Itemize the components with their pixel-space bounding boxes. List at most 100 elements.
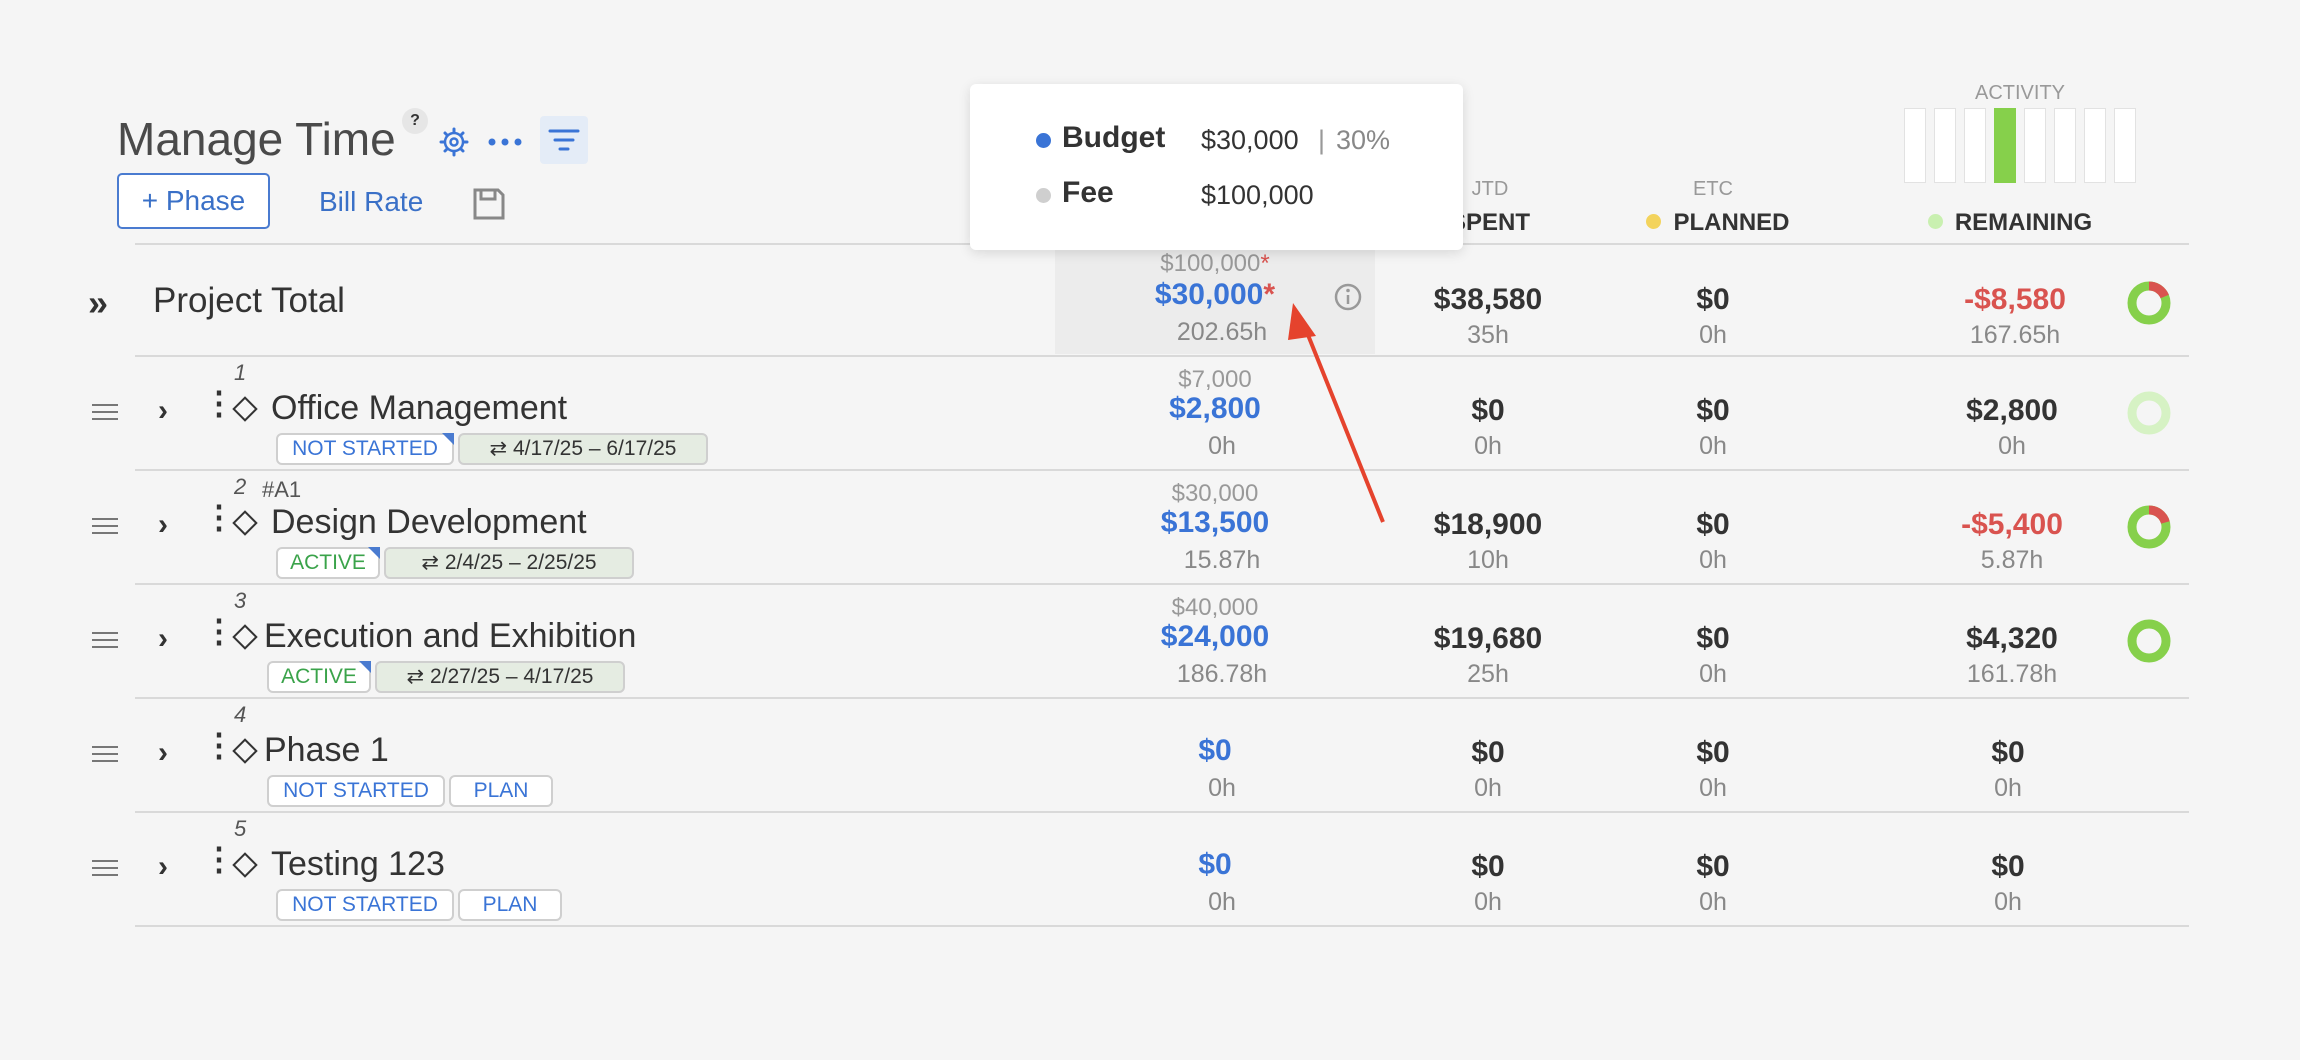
row-menu-icon[interactable]: ⋮ <box>203 384 235 422</box>
tooltip-fee-label: Fee <box>1062 176 1114 209</box>
phase-spent-hours: 10h <box>1467 546 1509 574</box>
activity-bar <box>2054 108 2076 183</box>
tooltip-budget-label: Budget <box>1062 121 1166 154</box>
planned-header[interactable]: PLANNED <box>1613 209 1823 237</box>
phase-spent: $0 <box>1471 736 1505 769</box>
drag-handle-icon[interactable] <box>92 518 118 539</box>
planned-sub-header: ETC <box>1693 178 1733 200</box>
status-badge[interactable]: NOT STARTED <box>276 433 454 465</box>
status-label: NOT STARTED <box>292 437 438 460</box>
row-menu-icon[interactable]: ⋮ <box>203 726 235 764</box>
tooltip-budget-percent: 30% <box>1336 125 1391 155</box>
status-badge[interactable]: NOT STARTED <box>267 775 445 807</box>
chevron-right-icon[interactable]: › <box>158 394 168 428</box>
phase-diamond-icon <box>232 738 258 764</box>
save-icon[interactable] <box>471 186 507 222</box>
budget-tooltip: Budget $30,000 | 30% Fee $100,000 <box>970 84 1463 250</box>
remaining-header[interactable]: REMAINING <box>1910 209 2110 237</box>
activity-bar <box>1934 108 1956 183</box>
phase-name[interactable]: Phase 1 <box>264 731 389 770</box>
activity-bar <box>2084 108 2106 183</box>
project-donut-chart <box>2127 281 2171 325</box>
more-options-icon[interactable] <box>486 126 524 158</box>
phase-planned: $0 <box>1696 508 1730 541</box>
drag-handle-icon[interactable] <box>92 632 118 653</box>
phase-remaining: -$5,400 <box>1961 508 2063 541</box>
phase-spent: $19,680 <box>1433 622 1543 655</box>
drag-handle-icon[interactable] <box>92 860 118 881</box>
activity-bar <box>1904 108 1926 183</box>
status-corner <box>359 661 371 673</box>
date-range-badge[interactable]: ⇄ 4/17/25 – 6/17/25 <box>458 433 708 465</box>
date-range-badge[interactable]: ⇄ 2/4/25 – 2/25/25 <box>384 547 634 579</box>
phase-planned: $0 <box>1696 394 1730 427</box>
add-phase-button[interactable]: + Phase <box>117 173 270 229</box>
activity-bar <box>1964 108 1986 183</box>
filter-button[interactable] <box>540 116 588 164</box>
phase-planned: $0 <box>1696 736 1730 769</box>
planned-dot <box>1646 214 1662 229</box>
phase-budget[interactable]: $24,000 <box>1085 620 1345 654</box>
drag-handle-icon[interactable] <box>92 404 118 425</box>
phase-spent: $0 <box>1471 850 1505 883</box>
plan-badge[interactable]: PLAN <box>458 889 562 921</box>
phase-remaining-hours: 5.87h <box>1980 546 2044 574</box>
expand-all-icon[interactable]: » <box>88 282 108 324</box>
plan-badge[interactable]: PLAN <box>449 775 553 807</box>
status-badge[interactable]: ACTIVE <box>276 547 380 579</box>
status-badge[interactable]: NOT STARTED <box>276 889 454 921</box>
phase-remaining: $0 <box>1991 850 2025 883</box>
date-range-label: 4/17/25 – 6/17/25 <box>512 437 677 460</box>
chevron-right-icon[interactable]: › <box>158 736 168 770</box>
phase-budget[interactable]: $0 <box>1085 734 1345 768</box>
status-label: ACTIVE <box>281 665 357 688</box>
phase-remaining: $4,320 <box>1966 622 2058 655</box>
phase-index: 1 <box>234 360 247 385</box>
phase-diamond-icon <box>232 852 258 878</box>
chevron-right-icon[interactable]: › <box>158 508 168 542</box>
status-label: ACTIVE <box>290 551 366 574</box>
tooltip-separator: | <box>1318 125 1326 155</box>
date-range-label: 2/4/25 – 2/25/25 <box>444 551 597 574</box>
filter-icon <box>548 129 580 151</box>
help-icon[interactable]: ? <box>402 108 428 134</box>
chevron-right-icon[interactable]: › <box>158 850 168 884</box>
divider <box>135 355 2189 357</box>
gear-icon[interactable] <box>438 126 470 158</box>
phase-planned: $0 <box>1696 850 1730 883</box>
divider <box>135 811 2189 813</box>
phase-spent-hours: 25h <box>1467 660 1509 688</box>
tooltip-fee-value: $100,000 <box>1201 180 1314 210</box>
chevron-right-icon[interactable]: › <box>158 622 168 656</box>
phase-name[interactable]: Execution and Exhibition <box>264 617 636 656</box>
row-menu-icon[interactable]: ⋮ <box>203 498 235 536</box>
bill-rate-link[interactable]: Bill Rate <box>319 186 423 218</box>
phase-donut-chart <box>2127 619 2171 663</box>
row-menu-icon[interactable]: ⋮ <box>203 612 235 650</box>
phase-planned-hours: 0h <box>1699 888 1727 916</box>
row-menu-icon[interactable]: ⋮ <box>203 840 235 878</box>
activity-bar <box>1994 108 2016 183</box>
phase-remaining-hours: 0h <box>1998 432 2026 460</box>
phase-spent-hours: 0h <box>1474 774 1502 802</box>
phase-name[interactable]: Office Management <box>271 389 567 428</box>
phase-name[interactable]: Testing 123 <box>271 845 445 884</box>
phase-planned-hours: 0h <box>1699 432 1727 460</box>
date-range-label: 2/27/25 – 4/17/25 <box>429 665 594 688</box>
phase-name[interactable]: Design Development <box>271 503 587 542</box>
project-planned: $0 <box>1696 283 1730 316</box>
sync-icon: ⇄ <box>421 551 445 574</box>
phase-remaining: $0 <box>1991 736 2025 769</box>
date-range-badge[interactable]: ⇄ 2/27/25 – 4/17/25 <box>375 661 625 693</box>
drag-handle-icon[interactable] <box>92 746 118 767</box>
status-badge[interactable]: ACTIVE <box>267 661 371 693</box>
status-label: NOT STARTED <box>292 893 438 916</box>
phase-spent-hours: 0h <box>1474 888 1502 916</box>
phase-donut-chart <box>2127 505 2171 549</box>
project-planned-hours: 0h <box>1699 321 1727 349</box>
phase-remaining-hours: 161.78h <box>1966 660 2058 688</box>
phase-budget[interactable]: $0 <box>1085 848 1345 882</box>
remaining-dot <box>1927 214 1943 229</box>
sync-icon: ⇄ <box>489 437 513 460</box>
activity-bar <box>2024 108 2046 183</box>
